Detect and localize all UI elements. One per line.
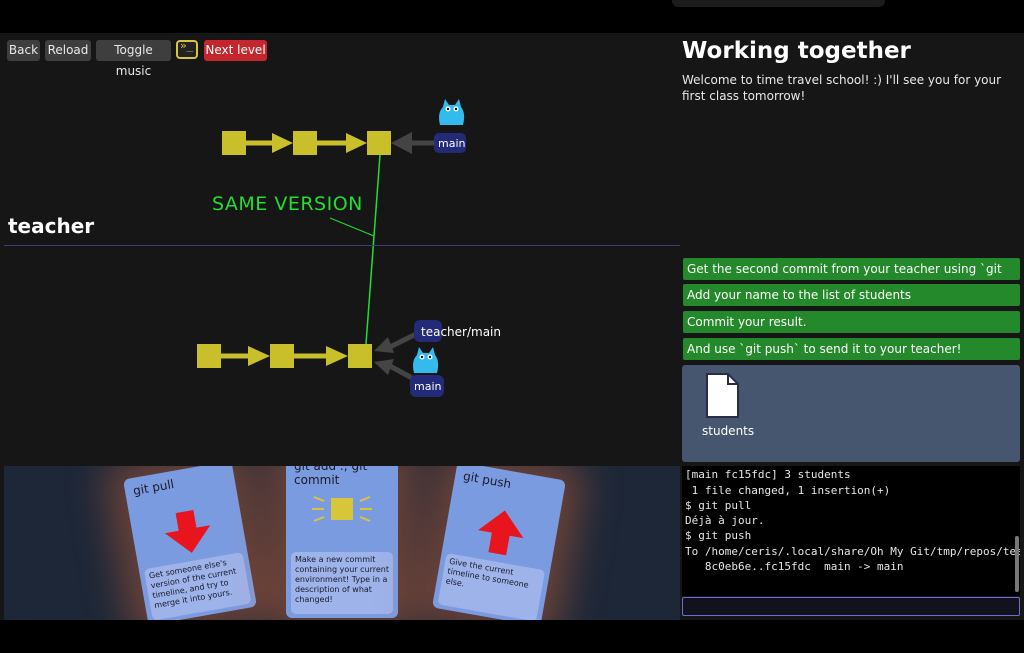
commit-node[interactable] xyxy=(222,131,246,155)
same-version-annotation: SAME VERSION xyxy=(212,193,363,215)
terminal-line: 1 file changed, 1 insertion(+) xyxy=(685,484,891,497)
commit-node[interactable] xyxy=(348,344,372,368)
goal-item: Get the second commit from your teacher … xyxy=(683,258,1020,298)
level-description: Welcome to time travel school! :) I'll s… xyxy=(682,73,1002,103)
terminal-line: 8c0eb6e..fc15fdc main -> main xyxy=(685,560,904,573)
player-avatar-icon xyxy=(413,347,439,373)
local-repo-graph xyxy=(222,99,466,155)
file-name: students xyxy=(702,424,755,438)
terminal-line: To /home/ceris/.local/share/Oh My Git/tm… xyxy=(685,545,1020,558)
ref-pointer xyxy=(388,330,420,350)
ref-label-teacher-main: teacher/main xyxy=(421,325,501,339)
commit-node[interactable] xyxy=(367,131,391,155)
level-title: Working together xyxy=(682,38,911,64)
terminal-command-input[interactable] xyxy=(682,597,1020,616)
card-hand: git pull Get someone else's version of t… xyxy=(4,466,680,620)
ref-label-main: main xyxy=(438,137,466,150)
repo-divider xyxy=(4,245,680,246)
card-git-pull[interactable]: git pull Get someone else's version of t… xyxy=(122,466,258,620)
goal-item: Commit your result. xyxy=(683,311,1020,333)
commit-edge-arrow xyxy=(248,346,270,366)
commit-edge-arrow xyxy=(272,133,293,153)
card-git-commit[interactable]: git add .; git commit Make a new commit … xyxy=(286,466,398,618)
commit-node[interactable] xyxy=(197,344,221,368)
terminal-output: [main fc15fdc] 3 students 1 file changed… xyxy=(682,466,1020,596)
ref-pointer-arrow xyxy=(374,337,394,353)
terminal-line: $ git push xyxy=(685,529,752,542)
card-title: git pull xyxy=(131,477,176,498)
goal-item: Add your name to the list of students xyxy=(683,284,1020,306)
card-git-push[interactable]: git push Give the current timeline to so… xyxy=(431,466,567,620)
commit-node[interactable] xyxy=(293,131,317,155)
terminal-scrollbar[interactable] xyxy=(1015,536,1019,592)
terminal-line: Déjà à jour. xyxy=(685,514,765,527)
card-description: Get someone else's version of the curren… xyxy=(143,552,252,620)
top-bar xyxy=(0,0,1024,33)
terminal-line: [main fc15fdc] 3 students xyxy=(685,468,851,481)
card-description: Make a new commit containing your curren… xyxy=(291,552,393,614)
goal-item: And use `git push` to send it to your te… xyxy=(683,338,1020,360)
terminal-line: $ git pull xyxy=(685,499,752,512)
commit-graph xyxy=(197,99,466,397)
ref-pointer xyxy=(388,363,414,381)
ref-pointer-arrow xyxy=(374,359,394,375)
commit-edge-arrow xyxy=(326,346,348,366)
card-title: git push xyxy=(462,468,513,492)
card-description: Give the current timeline to someone els… xyxy=(437,553,546,620)
remote-label: teacher xyxy=(8,214,95,238)
commit-edge-arrow xyxy=(346,133,367,153)
ref-label-main: main xyxy=(414,380,442,393)
file-icon xyxy=(706,373,739,418)
top-bar-handle xyxy=(672,0,885,7)
player-avatar-icon xyxy=(439,99,465,125)
annotation-leader xyxy=(329,217,375,237)
commit-square-icon xyxy=(312,496,372,522)
commit-node[interactable] xyxy=(270,344,294,368)
file-item[interactable]: students xyxy=(682,365,772,462)
same-version-connector xyxy=(365,154,381,345)
card-title: git add .; git commit xyxy=(294,466,368,487)
teacher-repo-graph xyxy=(197,320,444,397)
down-arrow-icon xyxy=(164,509,211,553)
up-arrow-icon xyxy=(478,510,524,556)
bottom-bar xyxy=(0,620,1024,653)
file-browser: students xyxy=(682,365,1020,462)
ref-pointer-arrow xyxy=(391,132,412,154)
